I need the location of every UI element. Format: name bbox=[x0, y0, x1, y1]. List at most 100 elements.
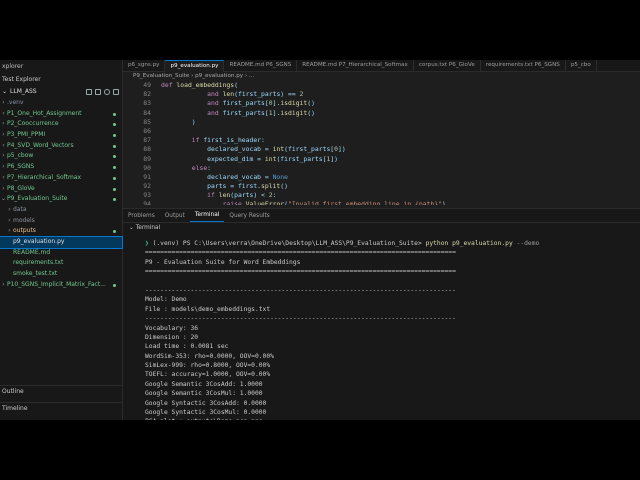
bottom-panel: Problems Output Terminal Query Results ⌄ Te… bbox=[123, 208, 640, 420]
code-line[interactable]: 83 and first_parts[0].isdigit() bbox=[123, 99, 640, 108]
new-file-icon[interactable] bbox=[86, 89, 92, 95]
code-line[interactable]: 89 expected_dim = int(first_parts[1]) bbox=[123, 155, 640, 164]
new-folder-icon[interactable] bbox=[95, 89, 101, 95]
line-number: 86 bbox=[143, 126, 151, 135]
tree-item[interactable]: › data bbox=[0, 205, 122, 216]
editor-tab[interactable]: p6_sgns.py bbox=[123, 60, 166, 71]
timeline-section[interactable]: Timeline bbox=[0, 402, 124, 415]
editor-tab[interactable]: requirements.txt P6_SGNS bbox=[481, 60, 566, 71]
editor-tab[interactable]: p5_cbo bbox=[566, 60, 597, 71]
terminal-line: Google Semantic 3CosAdd: 1.0000 bbox=[145, 380, 263, 388]
terminal-line: Model: Demo bbox=[145, 296, 187, 304]
code-line[interactable]: 92 parts = first.split() bbox=[123, 182, 640, 191]
terminal-line: TOEFL: accuracy=1.0000, OOV=0.00% bbox=[145, 371, 271, 379]
tree-item[interactable]: p9_evaluation.py bbox=[0, 235, 123, 249]
editor-tab[interactable]: README.md P7_Hierarchical_Softmax bbox=[297, 60, 414, 71]
tree-item[interactable]: › P2_Cooccurrence bbox=[0, 119, 122, 130]
tree-item-label: p9_evaluation.py bbox=[13, 237, 65, 245]
code-text: and len(first_parts) == 2 bbox=[207, 90, 304, 99]
workspace-root-label: LLM_ASS bbox=[10, 88, 37, 95]
code-line[interactable]: 86 bbox=[123, 127, 640, 136]
code-line[interactable]: 49 def load_embeddings( bbox=[123, 81, 640, 90]
editor-tab[interactable]: p9_evaluation.py bbox=[165, 60, 225, 72]
code-line[interactable]: 87 if first_is_header: bbox=[123, 136, 640, 145]
tree-item[interactable]: ⌄ P9_Evaluation_Suite bbox=[0, 194, 122, 205]
terminal-instance-label[interactable]: ⌄ Terminal bbox=[123, 223, 640, 234]
terminal-line: ========================================… bbox=[145, 268, 456, 276]
chevron-right-icon: › bbox=[2, 141, 5, 149]
panel-tab[interactable]: Problems bbox=[123, 211, 160, 222]
modified-dot-icon bbox=[113, 198, 116, 202]
line-number: 83 bbox=[143, 99, 151, 108]
tree-item-label: P2_Cooccurrence bbox=[7, 120, 59, 128]
chevron-down-icon: ⌄ bbox=[2, 88, 8, 95]
chevron-down-icon: ⌄ bbox=[0, 195, 7, 203]
vscode-window: xplorer Test Explorer ⌄ LLM_ASS › .venv › P… bbox=[0, 60, 640, 420]
modified-dot-icon bbox=[113, 187, 116, 191]
panel-tab[interactable]: Output bbox=[160, 211, 190, 222]
terminal-line: Load time : 0.0081 sec bbox=[145, 343, 229, 351]
tree-item[interactable]: › P10_SGNS_Implicit_Matrix_Fact... bbox=[0, 280, 122, 291]
code-text: if len(parts) < 2: bbox=[207, 191, 277, 200]
explorer-title: xplorer bbox=[2, 63, 24, 70]
tree-item[interactable]: › P1_One_Hot_Assignment bbox=[0, 109, 122, 120]
explorer-actions bbox=[86, 89, 122, 95]
chevron-right-icon: › bbox=[8, 216, 11, 224]
code-text: parts = first.split() bbox=[161, 182, 288, 191]
code-line[interactable]: 85 ) bbox=[123, 118, 640, 127]
tree-item[interactable]: › P4_SVD_Word_Vectors bbox=[0, 141, 122, 152]
tree-item[interactable]: requirements.txt bbox=[0, 258, 122, 269]
workspace-root[interactable]: ⌄ LLM_ASS bbox=[0, 86, 122, 98]
code-text: ) bbox=[161, 117, 196, 126]
terminal-line: ========================================… bbox=[145, 249, 456, 257]
chevron-down-icon: ⌄ bbox=[129, 225, 136, 231]
terminal-line: Google Syntactic 3CosMul: 0.0000 bbox=[145, 409, 267, 417]
code-line[interactable]: 88 declared_vocab = int(first_parts[0]) bbox=[123, 145, 640, 154]
tree-item-label: P10_SGNS_Implicit_Matrix_Fact... bbox=[7, 280, 106, 288]
collapse-all-icon[interactable] bbox=[113, 89, 119, 95]
tree-item[interactable]: README.md bbox=[0, 248, 122, 259]
tree-item-label: .venv bbox=[7, 99, 24, 106]
panel-tab[interactable]: Query Results bbox=[224, 211, 274, 222]
code-line[interactable]: 84 and first_parts[1].isdigit() bbox=[123, 109, 640, 118]
tree-item[interactable]: › P8_GloVe bbox=[0, 184, 122, 195]
tree-item[interactable]: smoke_test.txt bbox=[0, 269, 122, 280]
modified-dot-icon bbox=[113, 155, 116, 159]
outline-section[interactable]: Outline bbox=[0, 385, 124, 398]
code-line[interactable]: 93 if len(parts) < 2: bbox=[123, 191, 640, 200]
line-number: 94 bbox=[143, 200, 151, 205]
tree-item[interactable]: › models bbox=[0, 216, 122, 227]
tree-item[interactable]: › P3_PMI_PPMI bbox=[0, 130, 122, 141]
tree-item[interactable]: › .venv bbox=[0, 98, 122, 109]
refresh-icon[interactable] bbox=[104, 89, 110, 95]
terminal-line: Dimension : 20 bbox=[145, 333, 199, 341]
code-line[interactable]: 90 else: bbox=[123, 164, 640, 173]
terminal-prompt-line: ❯ (.venv) PS C:\Users\verra\OneDrive\Des… bbox=[145, 239, 632, 248]
tree-item[interactable]: › P6_SGNS bbox=[0, 162, 122, 173]
code-line[interactable]: 91 declared_vocab = None bbox=[123, 173, 640, 182]
line-number: 90 bbox=[143, 163, 151, 172]
tree-item[interactable]: › outputs bbox=[0, 226, 122, 237]
editor-tab[interactable]: corpus.txt P6_GloVe bbox=[414, 60, 481, 71]
code-editor[interactable]: 49 def load_embeddings(82 and len(first_p… bbox=[123, 81, 640, 205]
test-explorer-section[interactable]: Test Explorer bbox=[0, 74, 122, 86]
modified-dot-icon bbox=[113, 112, 116, 116]
line-number: 82 bbox=[143, 90, 151, 99]
editor-tab[interactable]: README.md P6_SGNS bbox=[224, 60, 298, 71]
panel-tab[interactable]: Terminal bbox=[189, 210, 225, 222]
tree-item[interactable]: › P7_Hierarchical_Softmax bbox=[0, 173, 122, 184]
terminal-output[interactable]: ❯ (.venv) PS C:\Users\verra\OneDrive\Des… bbox=[145, 239, 632, 420]
breadcrumb[interactable]: P9_Evaluation_Suite › p9_evaluation.py ›… bbox=[133, 72, 254, 81]
code-line[interactable]: 82 and len(first_parts) == 2 bbox=[123, 90, 640, 99]
modified-dot-icon bbox=[113, 123, 116, 127]
line-number: 84 bbox=[143, 108, 151, 117]
chevron-right-icon: › bbox=[2, 99, 5, 106]
tree-item-label: smoke_test.txt bbox=[13, 270, 58, 277]
modified-dot-icon bbox=[113, 283, 116, 287]
code-line[interactable]: 94 raise ValueError("Invalid first embed… bbox=[123, 200, 640, 205]
line-number: 49 bbox=[143, 81, 151, 89]
terminal-line: ----------------------------------------… bbox=[145, 315, 456, 323]
tree-item[interactable]: › p5_cbow bbox=[0, 151, 122, 162]
tree-item-label: requirements.txt bbox=[13, 259, 64, 267]
